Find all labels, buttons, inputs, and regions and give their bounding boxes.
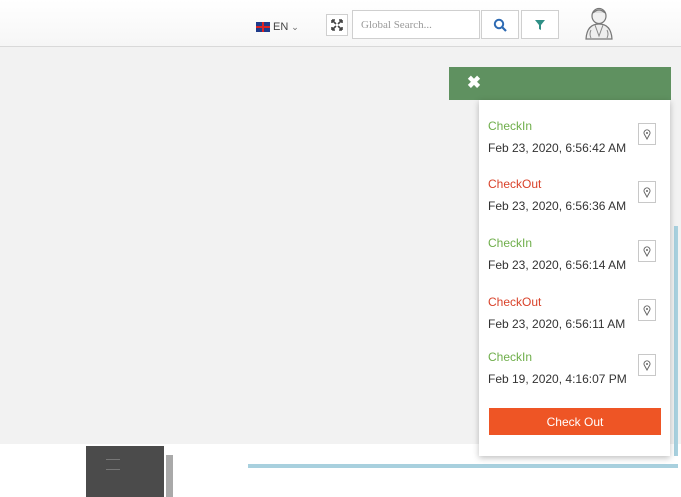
map-pin-icon <box>643 359 651 371</box>
check-out-button[interactable]: Check Out <box>489 408 661 435</box>
global-search-input[interactable] <box>352 10 480 39</box>
entry-status: CheckIn <box>488 119 533 133</box>
user-avatar-icon <box>585 7 613 40</box>
search-icon <box>493 18 507 32</box>
list-item: CheckOut Feb 23, 2020, 6:56:11 AM <box>488 295 663 341</box>
list-item: CheckIn Feb 23, 2020, 6:56:14 AM <box>488 236 663 282</box>
chevron-down-icon: ⌄ <box>291 21 299 32</box>
list-item: CheckOut Feb 23, 2020, 6:56:36 AM <box>488 177 663 223</box>
map-pin-icon <box>643 245 651 257</box>
language-label: EN <box>273 21 289 33</box>
map-pin-icon <box>643 186 651 198</box>
map-pin-icon <box>643 128 651 140</box>
map-pin-icon <box>643 304 651 316</box>
user-avatar[interactable] <box>583 6 615 40</box>
menu-icon <box>106 459 120 470</box>
menu-toggle[interactable] <box>86 446 164 497</box>
entry-status: CheckIn <box>488 350 533 364</box>
expand-arrows-icon <box>331 19 343 31</box>
location-button[interactable] <box>638 123 656 145</box>
top-header: EN ⌄ <box>0 0 681 47</box>
list-item: CheckIn Feb 19, 2020, 4:16:07 PM <box>488 350 663 396</box>
location-button[interactable] <box>638 354 656 376</box>
expand-button[interactable] <box>326 14 348 36</box>
list-item: CheckIn Feb 23, 2020, 6:56:42 AM <box>488 119 663 165</box>
entry-status: CheckIn <box>488 236 533 250</box>
filter-icon <box>535 19 545 30</box>
entry-timestamp: Feb 23, 2020, 6:56:42 AM <box>488 141 627 155</box>
search-button[interactable] <box>481 10 519 39</box>
language-selector[interactable]: EN ⌄ <box>256 20 299 34</box>
entry-timestamp: Feb 23, 2020, 6:56:36 AM <box>488 199 627 213</box>
entry-timestamp: Feb 23, 2020, 6:56:14 AM <box>488 258 627 272</box>
location-button[interactable] <box>638 181 656 203</box>
divider <box>166 455 173 497</box>
filter-button[interactable] <box>521 10 559 39</box>
location-button[interactable] <box>638 299 656 321</box>
bottom-strip <box>248 464 678 468</box>
location-button[interactable] <box>638 240 656 262</box>
uk-flag-icon <box>256 22 270 32</box>
entry-status: CheckOut <box>488 177 542 191</box>
entry-timestamp: Feb 23, 2020, 6:56:11 AM <box>488 317 626 331</box>
side-strip <box>674 226 678 456</box>
entry-status: CheckOut <box>488 295 542 309</box>
entry-timestamp: Feb 19, 2020, 4:16:07 PM <box>488 372 627 386</box>
close-icon[interactable]: ✖ <box>465 74 483 92</box>
